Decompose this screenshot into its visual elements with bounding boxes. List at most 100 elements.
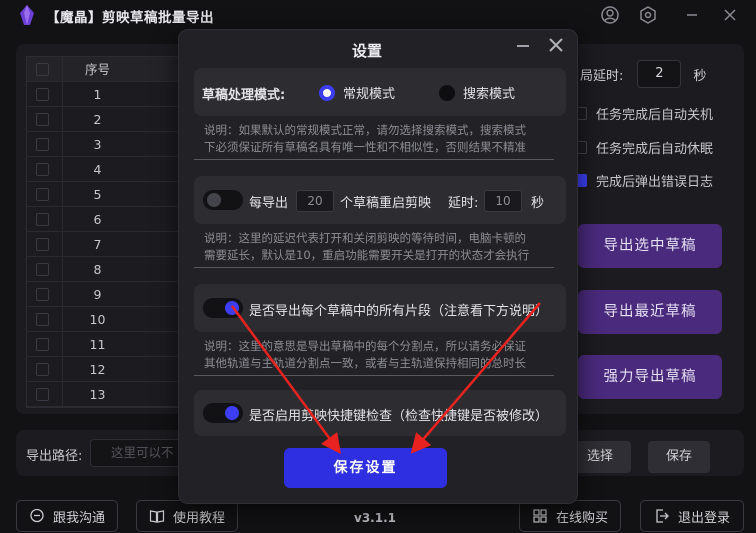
normal-mode-label: 常规模式 bbox=[343, 87, 396, 102]
choose-path-button[interactable]: 选择 bbox=[569, 441, 631, 473]
option-auto-shutdown[interactable]: 任务完成后自动关机 bbox=[574, 104, 713, 123]
user-icon[interactable] bbox=[600, 5, 620, 25]
row-checkbox[interactable] bbox=[36, 112, 49, 126]
radio-search-mode[interactable]: 搜索模式 bbox=[439, 83, 515, 102]
buy-online-button[interactable]: 在线购买 bbox=[519, 500, 621, 532]
row-index: 8 bbox=[62, 256, 132, 282]
restart-prefix: 每导出 bbox=[249, 196, 289, 211]
row-index: 3 bbox=[62, 131, 132, 157]
title-bar: 【魔晶】剪映草稿批量导出 bbox=[0, 0, 756, 30]
logout-icon bbox=[656, 509, 669, 523]
row-checkbox[interactable] bbox=[36, 162, 49, 176]
minimize-icon[interactable] bbox=[515, 38, 531, 54]
shortcut-check-label: 是否启用剪映快捷键检查（检查快捷键是否被修改） bbox=[249, 409, 549, 424]
row-index: 5 bbox=[62, 181, 132, 207]
global-delay-input[interactable]: 2 bbox=[637, 60, 682, 88]
auto-sleep-label: 任务完成后自动休眠 bbox=[596, 142, 714, 157]
buy-online-label: 在线购买 bbox=[555, 510, 608, 526]
row-checkbox[interactable] bbox=[36, 237, 49, 251]
error-log-label: 完成后弹出错误日志 bbox=[596, 175, 714, 190]
row-index: 6 bbox=[62, 206, 132, 232]
shortcut-check-card: 是否启用剪映快捷键检查（检查快捷键是否被修改） bbox=[194, 390, 566, 436]
row-checkbox[interactable] bbox=[36, 287, 49, 301]
export-recent-button[interactable]: 导出最近草稿 bbox=[578, 290, 722, 334]
row-checkbox[interactable] bbox=[36, 87, 49, 101]
row-checkbox[interactable] bbox=[36, 187, 49, 201]
row-checkbox[interactable] bbox=[36, 387, 49, 401]
row-checkbox[interactable] bbox=[36, 137, 49, 151]
settings-dialog: 设置 草稿处理模式: 常规模式 搜索模式 说明：如果默认的常规模式正常，请勿选择… bbox=[178, 29, 578, 504]
option-auto-sleep[interactable]: 任务完成后自动休眠 bbox=[574, 138, 713, 157]
row-index: 9 bbox=[62, 281, 132, 307]
toggle-knob bbox=[225, 301, 239, 315]
row-index: 12 bbox=[62, 356, 132, 382]
row-index: 2 bbox=[62, 106, 132, 132]
row-checkbox[interactable] bbox=[36, 337, 49, 351]
global-delay-unit: 秒 bbox=[693, 68, 707, 84]
toggle-knob bbox=[225, 406, 239, 420]
radio-normal-mode[interactable]: 常规模式 bbox=[319, 83, 395, 102]
dialog-title: 设置 bbox=[351, 42, 382, 60]
all-segments-label: 是否导出每个草稿中的所有片段（注意看下方说明） bbox=[249, 304, 549, 319]
app-title: 【魔晶】剪映草稿批量导出 bbox=[46, 10, 214, 26]
radio-selected-indicator bbox=[319, 84, 335, 101]
restart-note-line-2: 需要延长，默认是10，重启功能需要开关是打开的状态才会执行 bbox=[204, 248, 530, 262]
toggle-knob bbox=[207, 193, 221, 207]
divider bbox=[194, 267, 554, 268]
restart-note-line-1: 说明：这里的延迟代表打开和关闭剪映的等待时间，电脑卡顿的 bbox=[204, 231, 526, 245]
restart-toggle[interactable] bbox=[203, 190, 243, 210]
chat-icon bbox=[30, 508, 44, 523]
divider bbox=[194, 159, 554, 160]
logout-button[interactable]: 退出登录 bbox=[640, 500, 744, 532]
restart-count-input[interactable]: 20 bbox=[296, 190, 334, 212]
restart-delay-input[interactable]: 10 bbox=[484, 190, 522, 212]
row-index: 13 bbox=[62, 381, 132, 407]
options-panel: 局延时: 2 秒 任务完成后自动关机 任务完成后自动休眠 完成后弹出错误日志 导… bbox=[568, 44, 744, 414]
all-segments-toggle[interactable] bbox=[203, 298, 243, 318]
save-path-button[interactable]: 保存 bbox=[648, 441, 710, 473]
close-icon[interactable] bbox=[720, 5, 740, 25]
mode-label: 草稿处理模式: bbox=[202, 88, 286, 103]
restart-suffix: 个草稿重启剪映 bbox=[340, 196, 432, 211]
shortcut-check-toggle[interactable] bbox=[203, 403, 243, 423]
divider bbox=[194, 375, 554, 376]
crystal-logo-icon bbox=[20, 5, 34, 25]
grid-icon bbox=[533, 509, 547, 523]
mode-note-line-1: 说明：如果默认的常规模式正常，请勿选择搜索模式，搜索模式 bbox=[204, 123, 526, 137]
all-segments-card: 是否导出每个草稿中的所有片段（注意看下方说明） bbox=[194, 284, 566, 332]
row-checkbox[interactable] bbox=[36, 262, 49, 276]
search-mode-label: 搜索模式 bbox=[463, 87, 516, 102]
minimize-icon[interactable] bbox=[682, 5, 702, 25]
row-checkbox[interactable] bbox=[36, 362, 49, 376]
restart-delay-unit: 秒 bbox=[531, 196, 545, 211]
contact-button[interactable]: 跟我沟通 bbox=[16, 500, 118, 532]
row-index: 7 bbox=[62, 231, 132, 257]
global-delay-row: 局延时: 2 秒 bbox=[580, 60, 706, 88]
settings-icon[interactable] bbox=[638, 5, 658, 25]
select-all-checkbox[interactable] bbox=[36, 62, 49, 76]
row-index: 11 bbox=[62, 331, 132, 357]
save-settings-button[interactable]: 保存设置 bbox=[284, 448, 447, 488]
row-checkbox[interactable] bbox=[36, 212, 49, 226]
mode-card: 草稿处理模式: 常规模式 搜索模式 bbox=[194, 68, 566, 116]
row-index: 1 bbox=[62, 81, 132, 107]
restart-card: 每导出 20 个草稿重启剪映 延时: 10 秒 bbox=[194, 176, 566, 224]
auto-shutdown-label: 任务完成后自动关机 bbox=[596, 108, 714, 123]
segments-note-line-2: 其他轨道与主轨道分割点一致，或者与主轨道保持相同的总时长 bbox=[204, 356, 526, 370]
row-index: 10 bbox=[62, 306, 132, 332]
force-export-button[interactable]: 强力导出草稿 bbox=[578, 355, 722, 399]
export-selected-button[interactable]: 导出选中草稿 bbox=[578, 224, 722, 268]
close-icon[interactable] bbox=[549, 38, 563, 52]
tutorial-label: 使用教程 bbox=[172, 510, 225, 526]
row-index: 4 bbox=[62, 156, 132, 182]
export-path-label: 导出路径: bbox=[26, 449, 83, 464]
global-delay-label: 局延时: bbox=[580, 68, 624, 84]
tutorial-button[interactable]: 使用教程 bbox=[136, 500, 238, 532]
row-checkbox[interactable] bbox=[36, 312, 49, 326]
book-icon bbox=[149, 510, 165, 523]
option-error-log[interactable]: 完成后弹出错误日志 bbox=[574, 171, 713, 190]
column-header-index: 序号 bbox=[62, 56, 132, 82]
logout-label: 退出登录 bbox=[677, 510, 730, 526]
mode-note-line-2: 下必须保证所有草稿名具有唯一性和不相似性，否则结果不精准 bbox=[204, 140, 526, 154]
radio-unselected-indicator bbox=[439, 84, 455, 101]
